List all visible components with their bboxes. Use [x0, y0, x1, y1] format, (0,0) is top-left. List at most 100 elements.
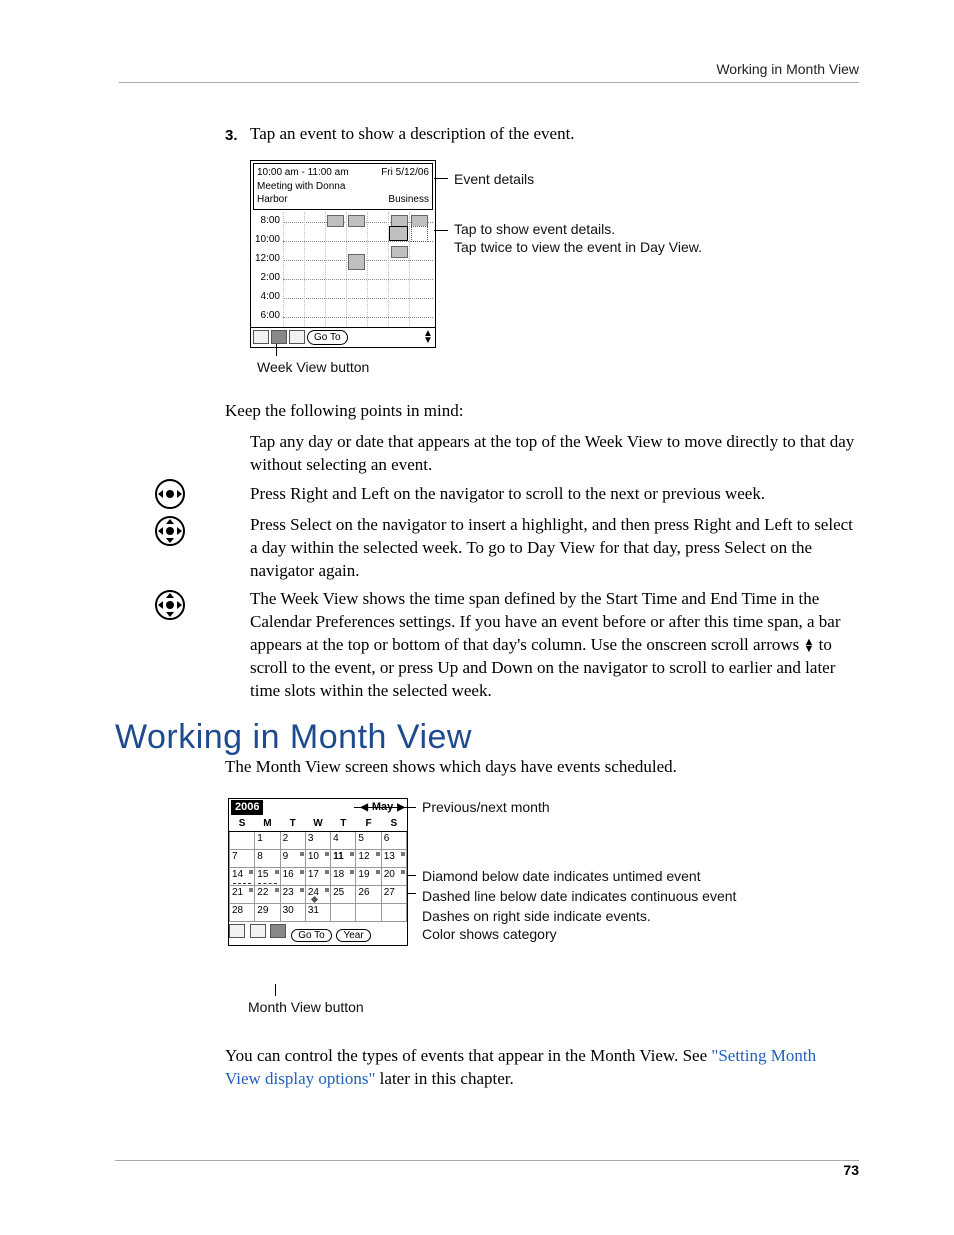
month-view-screenshot: 2006 ◀ May ▶ S M T W T F S 1 2 3 4 5 6 7… — [228, 798, 408, 946]
event-location: Harbor — [257, 194, 288, 205]
closing-a: You can control the types of events that… — [225, 1046, 711, 1065]
day-cell[interactable]: 27 — [381, 886, 406, 904]
annotation-prevnext: Previous/next month — [422, 798, 550, 817]
scroll-arrows-icon[interactable]: ▲▼ — [423, 330, 433, 344]
navigator-icon — [155, 516, 215, 546]
event-detail-box[interactable]: 10:00 am - 11:00 amFri 5/12/06 Meeting w… — [253, 163, 433, 210]
week-view-icon[interactable] — [271, 330, 287, 344]
day-cell[interactable]: 25 — [331, 886, 356, 904]
year-button[interactable]: Year — [336, 929, 370, 942]
dow: S — [230, 816, 255, 832]
day-cell[interactable]: 23 — [280, 886, 305, 904]
annotation-event-details: Event details — [454, 170, 534, 189]
day-cell[interactable]: 12 — [356, 850, 381, 868]
month-view-icon[interactable] — [270, 924, 286, 938]
week-grid[interactable]: 8:00 10:00 12:00 2:00 4:00 6:00 — [251, 212, 435, 327]
annotation-color: Color shows category — [422, 925, 557, 944]
tip-1: Tap any day or date that appears at the … — [250, 431, 855, 477]
month-grid[interactable]: S M T W T F S 1 2 3 4 5 6 7 8 9 10 11 12… — [229, 816, 407, 923]
dow: M — [255, 816, 280, 832]
running-header-text: Working in Month View — [716, 61, 859, 77]
day-cell[interactable]: 7 — [230, 850, 255, 868]
day-cell[interactable]: 15 — [255, 868, 280, 886]
day-cell-today[interactable]: 11 — [331, 850, 356, 868]
hour-label: 8:00 — [254, 214, 280, 228]
hour-label: 2:00 — [254, 271, 280, 285]
annotation-line — [275, 984, 276, 996]
event-block[interactable] — [327, 215, 344, 227]
annotation-tap1: Tap to show event details. — [454, 220, 615, 239]
day-view-icon[interactable] — [253, 330, 269, 344]
day-cell[interactable]: 6 — [381, 832, 406, 850]
event-block[interactable] — [391, 246, 408, 258]
keep-intro: Keep the following points in mind: — [225, 400, 855, 423]
event-category: Business — [388, 193, 429, 207]
day-cell[interactable]: 5 — [356, 832, 381, 850]
day-cell[interactable]: 28 — [230, 904, 255, 922]
dow: S — [381, 816, 406, 832]
day-cell[interactable]: 3 — [305, 832, 330, 850]
day-cell[interactable] — [381, 904, 406, 922]
day-cell[interactable] — [356, 904, 381, 922]
day-cell[interactable]: 29 — [255, 904, 280, 922]
annotation-line — [434, 230, 448, 231]
event-block[interactable] — [348, 215, 365, 227]
day-cell[interactable]: 2 — [280, 832, 305, 850]
annotation-line — [434, 178, 448, 179]
day-cell[interactable] — [331, 904, 356, 922]
event-block[interactable] — [348, 254, 365, 270]
annotation-line — [408, 875, 416, 876]
section-title: Working in Month View — [115, 715, 472, 761]
navigator-icon — [155, 479, 215, 509]
day-cell[interactable]: 13 — [381, 850, 406, 868]
day-cell[interactable]: 4 — [331, 832, 356, 850]
dow: T — [331, 816, 356, 832]
event-date: Fri 5/12/06 — [381, 166, 429, 180]
event-subject: Meeting with Donna — [257, 180, 429, 194]
day-cell[interactable] — [230, 832, 255, 850]
day-cell[interactable]: 21 — [230, 886, 255, 904]
day-cell[interactable]: 22 — [255, 886, 280, 904]
month-toolbar: Go To Year — [229, 922, 407, 945]
day-cell[interactable]: 31 — [305, 904, 330, 922]
day-cell[interactable]: 8 — [255, 850, 280, 868]
dow: F — [356, 816, 381, 832]
tip-4a: The Week View shows the time span define… — [250, 589, 841, 654]
running-header: Working in Month View — [716, 60, 859, 79]
month-view-icon[interactable] — [289, 330, 305, 344]
step-number: 3. — [225, 126, 238, 146]
day-cell[interactable]: 30 — [280, 904, 305, 922]
week-view-screenshot: 10:00 am - 11:00 amFri 5/12/06 Meeting w… — [250, 160, 436, 348]
annotation-line — [276, 344, 277, 356]
week-view-icon[interactable] — [250, 924, 266, 938]
day-view-icon[interactable] — [229, 924, 245, 938]
year-label[interactable]: 2006 — [231, 800, 263, 815]
goto-button[interactable]: Go To — [307, 330, 348, 346]
week-toolbar: Go To ▲▼ — [251, 327, 435, 348]
day-cell[interactable]: 16 — [280, 868, 305, 886]
day-cell[interactable]: 26 — [356, 886, 381, 904]
day-cell[interactable]: 19 — [356, 868, 381, 886]
navigator-icon — [155, 590, 215, 620]
closing-paragraph: You can control the types of events that… — [225, 1045, 855, 1091]
annotation-dashes: Dashes on right side indicate events. — [422, 907, 651, 926]
step-text: Tap an event to show a description of th… — [250, 123, 850, 146]
dow: W — [305, 816, 330, 832]
day-cell[interactable]: 1 — [255, 832, 280, 850]
hour-label: 6:00 — [254, 309, 280, 323]
day-cell[interactable]: 24 — [305, 886, 330, 904]
day-cell[interactable]: 20 — [381, 868, 406, 886]
day-cell[interactable]: 10 — [305, 850, 330, 868]
day-cell[interactable]: 17 — [305, 868, 330, 886]
goto-button[interactable]: Go To — [291, 929, 332, 942]
closing-b: later in this chapter. — [375, 1069, 513, 1088]
hour-label: 4:00 — [254, 290, 280, 304]
day-cell[interactable]: 14 — [230, 868, 255, 886]
tip-4: The Week View shows the time span define… — [250, 588, 855, 703]
month-view-btn-label: Month View button — [248, 998, 364, 1017]
day-cell[interactable]: 18 — [331, 868, 356, 886]
event-block-selected[interactable] — [389, 226, 408, 241]
day-cell[interactable]: 9 — [280, 850, 305, 868]
event-block-outline[interactable] — [411, 226, 428, 242]
scroll-arrows-inline-icon: ▲▼ — [804, 639, 815, 653]
